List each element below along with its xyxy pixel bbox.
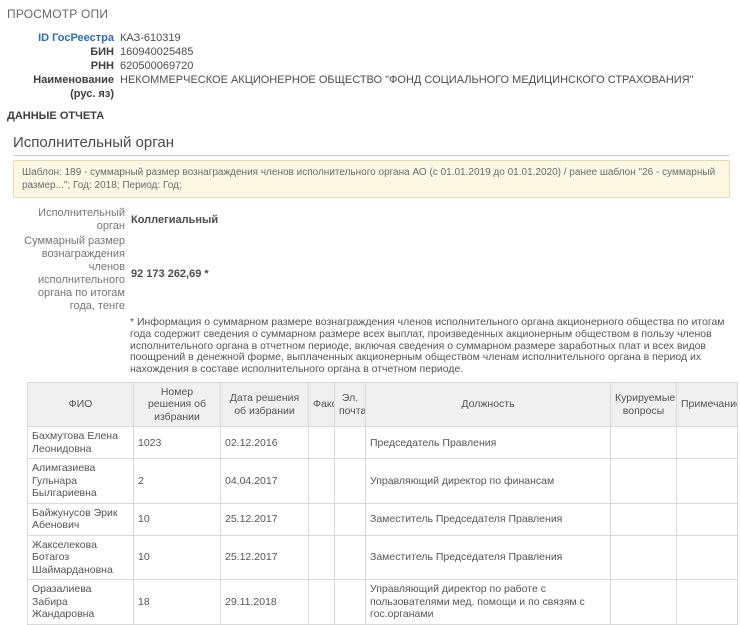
cell-fax [309, 535, 335, 580]
cell-decision-number: 10 [134, 503, 221, 535]
info-row-name-ru: Наименование (рус. яз) НЕКОММЕРЧЕСКОЕ АК… [7, 73, 740, 101]
cell-fax [309, 459, 335, 504]
members-table: ФИО Номер решения об избрании Дата решен… [27, 382, 738, 625]
cell-decision-date: 25.12.2017 [221, 503, 309, 535]
cell-supervised-issues [611, 535, 677, 580]
column-header-fio: ФИО [28, 382, 134, 427]
cell-email [335, 580, 366, 625]
column-header-note: Примечание [677, 382, 738, 427]
column-header-email: Эл. почта [335, 382, 366, 427]
page-title: ПРОСМОТР ОПИ [7, 7, 740, 21]
cell-fio: Бахмутова Елена Леонидовна [28, 427, 134, 459]
bin-value: 160940025485 [120, 45, 193, 59]
cell-supervised-issues [611, 580, 677, 625]
cell-note [677, 459, 738, 504]
column-header-fax: Факс [309, 382, 335, 427]
name-ru-label: Наименование (рус. яз) [7, 73, 114, 101]
opi-view-page: ПРОСМОТР ОПИ ID ГосРеестра КАЗ-610319 БИ… [0, 0, 740, 625]
total-remuneration-value: 92 173 262,69 * [131, 268, 209, 280]
cell-decision-number: 10 [134, 535, 221, 580]
cell-supervised-issues [611, 459, 677, 504]
cell-decision-date: 04.04.2017 [221, 459, 309, 504]
report-row-executive-type: Исполнительный орган Коллегиальный [13, 207, 740, 233]
table-row: Бахмутова Елена Леонидовна 1023 02.12.20… [28, 427, 738, 459]
cell-note [677, 503, 738, 535]
total-remuneration-label: Суммарный размер вознаграждения членов и… [13, 235, 125, 313]
rnn-value: 620500069720 [120, 59, 193, 73]
cell-fax [309, 427, 335, 459]
cell-decision-date: 29.11.2018 [221, 580, 309, 625]
cell-email [335, 535, 366, 580]
info-row-rnn: РНН 620500069720 [7, 59, 740, 73]
cell-decision-date: 02.12.2016 [221, 427, 309, 459]
members-table-header: ФИО Номер решения об избрании Дата решен… [28, 382, 738, 427]
cell-decision-number: 1023 [134, 427, 221, 459]
column-header-decision-date: Дата решения об избрании [221, 382, 309, 427]
cell-note [677, 580, 738, 625]
cell-fio: Байжунусов Эрик Абенович [28, 503, 134, 535]
column-header-position: Должность [366, 382, 611, 427]
gosreestr-id-label[interactable]: ID ГосРеестра [7, 31, 114, 45]
template-notice: Шаблон: 189 - суммарный размер вознаграж… [13, 160, 730, 198]
info-row-bin: БИН 160940025485 [7, 45, 740, 59]
cell-supervised-issues [611, 427, 677, 459]
cell-email [335, 427, 366, 459]
column-header-decision-number: Номер решения об избрании [134, 382, 221, 427]
cell-note [677, 427, 738, 459]
table-row: Оразалиева Забира Жандаровна 18 29.11.20… [28, 580, 738, 625]
table-row: Байжунусов Эрик Абенович 10 25.12.2017 З… [28, 503, 738, 535]
cell-fio: Алимгазиева Гульнара Былгариевна [28, 459, 134, 504]
cell-position: Заместитель Председателя Правления [366, 535, 611, 580]
cell-fio: Жакселекова Ботагоз Шаймардановна [28, 535, 134, 580]
remuneration-footnote: * Информация о суммарном размере вознагр… [130, 317, 734, 376]
bin-label: БИН [7, 45, 114, 59]
cell-position: Заместитель Председателя Правления [366, 503, 611, 535]
cell-fax [309, 580, 335, 625]
report-data-heading: ДАННЫЕ ОТЧЕТА [7, 110, 740, 122]
cell-position: Управляющий директор по финансам [366, 459, 611, 504]
cell-fio: Оразалиева Забира Жандаровна [28, 580, 134, 625]
report-row-total-remuneration: Суммарный размер вознаграждения членов и… [13, 235, 740, 313]
table-row: Жакселекова Ботагоз Шаймардановна 10 25.… [28, 535, 738, 580]
cell-decision-date: 25.12.2017 [221, 535, 309, 580]
cell-position: Управляющий директор по работе с пользов… [366, 580, 611, 625]
cell-decision-number: 18 [134, 580, 221, 625]
gosreestr-id-value: КАЗ-610319 [120, 31, 181, 45]
rnn-label: РНН [7, 59, 114, 73]
section-title: Исполнительный орган [13, 134, 730, 156]
cell-position: Председатель Правления [366, 427, 611, 459]
cell-decision-number: 2 [134, 459, 221, 504]
executive-body-section: Исполнительный орган Шаблон: 189 - сумма… [0, 134, 740, 625]
cell-email [335, 459, 366, 504]
executive-type-label: Исполнительный орган [13, 207, 125, 233]
cell-email [335, 503, 366, 535]
executive-type-value: Коллегиальный [131, 214, 218, 226]
column-header-supervised-issues: Курируемые вопросы [611, 382, 677, 427]
company-info-form: ID ГосРеестра КАЗ-610319 БИН 16094002548… [7, 31, 740, 101]
name-ru-value: НЕКОММЕРЧЕСКОЕ АКЦИОНЕРНОЕ ОБЩЕСТВО "ФОН… [120, 73, 694, 101]
info-row-gosreestr-id: ID ГосРеестра КАЗ-610319 [7, 31, 740, 45]
report-form: Исполнительный орган Коллегиальный Сумма… [13, 207, 740, 313]
table-row: Алимгазиева Гульнара Былгариевна 2 04.04… [28, 459, 738, 504]
cell-fax [309, 503, 335, 535]
cell-note [677, 535, 738, 580]
cell-supervised-issues [611, 503, 677, 535]
